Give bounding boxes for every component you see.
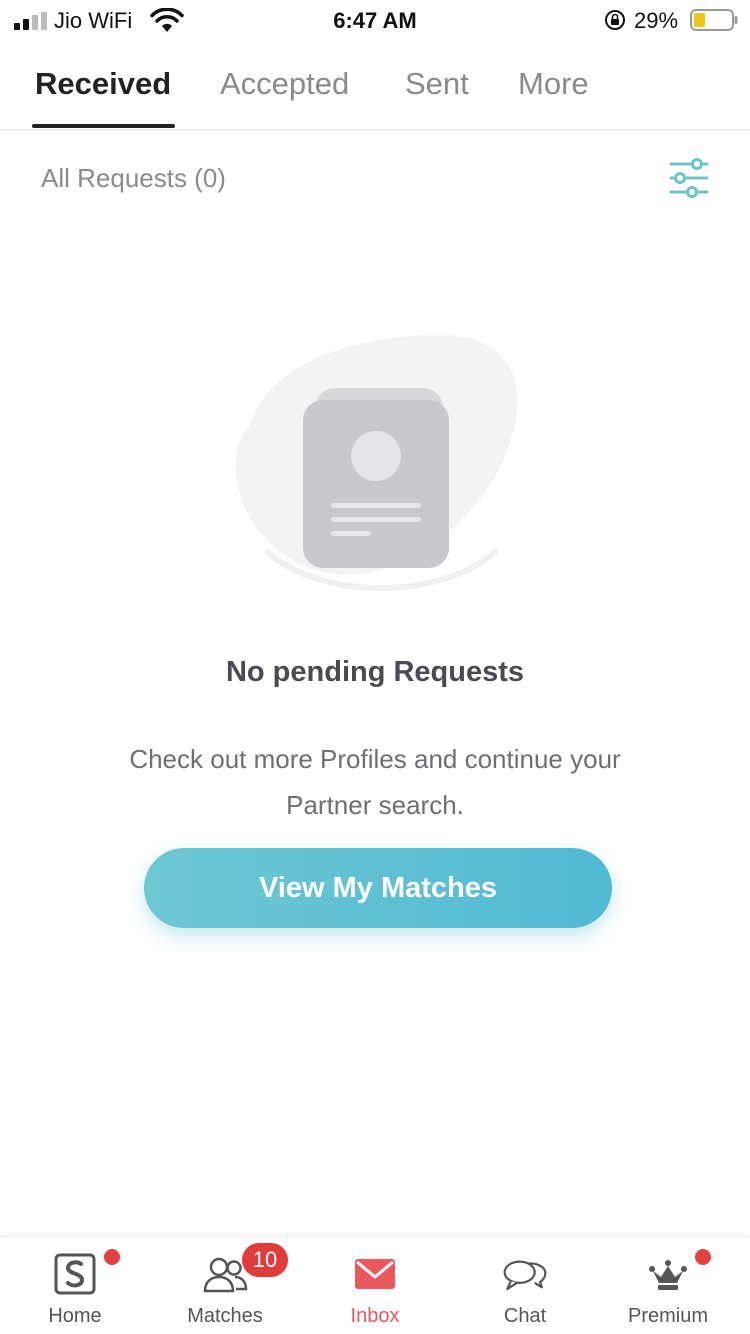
home-logo-icon	[54, 1253, 96, 1295]
battery-icon	[690, 9, 738, 31]
home-notification-dot	[104, 1249, 120, 1265]
battery-percentage: 29%	[634, 8, 679, 33]
tab-more[interactable]: More	[518, 66, 589, 102]
empty-requests-illustration	[235, 335, 518, 591]
nav-home[interactable]: Home	[0, 1237, 150, 1334]
nav-inbox[interactable]: Inbox	[300, 1237, 450, 1334]
crown-icon	[649, 1260, 687, 1290]
requests-count-title: All Requests (0)	[41, 163, 226, 193]
nav-premium-label: Premium	[627, 1305, 708, 1327]
orientation-lock-icon	[605, 10, 625, 30]
tab-received[interactable]: Received	[35, 66, 171, 102]
nav-chat[interactable]: Chat	[450, 1237, 600, 1334]
premium-notification-dot	[695, 1249, 711, 1265]
nav-inbox-label: Inbox	[350, 1305, 400, 1327]
bottom-navigation: Home 10 Matches Inbox Chat Premium	[0, 1236, 750, 1334]
nav-matches-label: Matches	[187, 1305, 263, 1327]
view-my-matches-button[interactable]: View My Matches	[144, 848, 612, 928]
status-bar: Jio WiFi 6:47 AM 29%	[0, 0, 750, 40]
chat-bubbles-icon	[503, 1260, 547, 1291]
nav-home-label: Home	[48, 1305, 102, 1327]
tab-bar: Received Accepted Sent More	[0, 52, 750, 130]
nav-premium[interactable]: Premium	[593, 1237, 743, 1334]
nav-matches[interactable]: 10 Matches	[150, 1237, 300, 1334]
active-tab-indicator	[32, 124, 175, 128]
mail-icon	[355, 1259, 395, 1289]
tab-sent[interactable]: Sent	[405, 66, 469, 102]
empty-state-description: Check out more Profiles and continue you…	[129, 744, 621, 820]
empty-state-title: No pending Requests	[225, 656, 525, 688]
tab-accepted[interactable]: Accepted	[220, 66, 349, 102]
matches-count-badge: 10	[242, 1243, 288, 1277]
nav-chat-label: Chat	[503, 1305, 547, 1327]
sliders-icon[interactable]	[668, 158, 710, 198]
